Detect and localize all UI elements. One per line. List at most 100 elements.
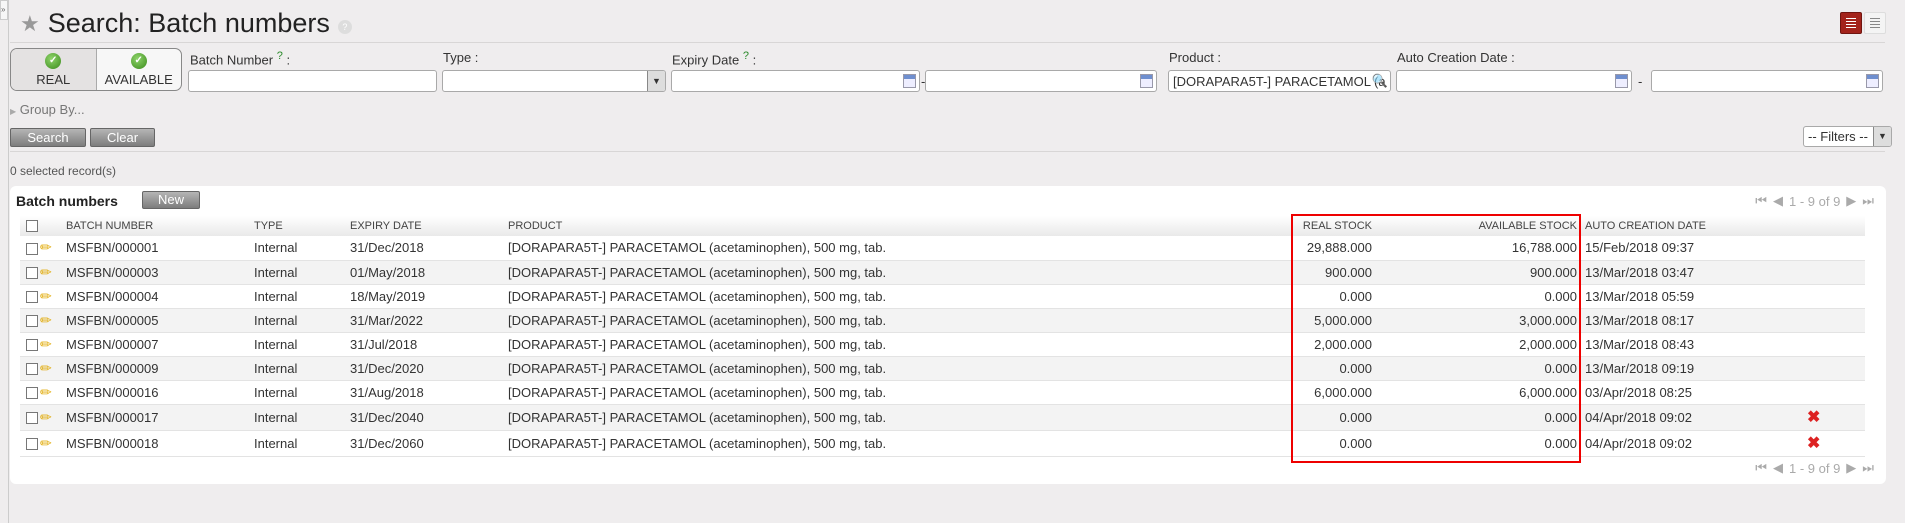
cell-batch-number: MSFBN/000016 xyxy=(66,380,254,405)
prev-page-icon[interactable]: ◀ xyxy=(1773,193,1783,209)
cell-product: [DORAPARA5T-] PARACETAMOL (acetaminophen… xyxy=(508,308,1268,333)
cell-product: [DORAPARA5T-] PARACETAMOL (acetaminophen… xyxy=(508,380,1268,405)
last-page-icon[interactable]: ⏭ xyxy=(1862,460,1874,476)
row-checkbox[interactable] xyxy=(26,387,38,400)
row-checkbox[interactable] xyxy=(26,267,38,280)
auto-creation-date-to-input[interactable] xyxy=(1651,70,1883,92)
cell-real-stock: 0.000 xyxy=(1268,404,1372,431)
search-button[interactable]: Search xyxy=(10,128,86,147)
edit-pencil-icon[interactable]: ✏ xyxy=(40,288,52,304)
toggle-real[interactable]: ✓ REAL xyxy=(11,49,97,90)
new-button[interactable]: New xyxy=(142,191,200,209)
col-expiry-date[interactable]: EXPIRY DATE xyxy=(350,216,508,236)
row-checkbox[interactable] xyxy=(26,242,38,255)
edit-pencil-icon[interactable]: ✏ xyxy=(40,239,52,255)
calendar-icon[interactable] xyxy=(1140,74,1153,88)
cell-batch-number: MSFBN/000004 xyxy=(66,284,254,309)
table-row[interactable]: ✏ MSFBN/000009 Internal 31/Dec/2020 [DOR… xyxy=(20,356,1865,381)
next-page-icon[interactable]: ▶ xyxy=(1846,193,1856,209)
list-view-button[interactable] xyxy=(1840,12,1862,34)
cell-available-stock: 3,000.000 xyxy=(1372,308,1577,333)
table-row[interactable]: ✏ MSFBN/000005 Internal 31/Mar/2022 [DOR… xyxy=(20,308,1865,333)
divider xyxy=(10,151,1885,152)
grid-view-button[interactable] xyxy=(1864,12,1886,34)
cell-type: Internal xyxy=(254,380,350,405)
table-row[interactable]: ✏ MSFBN/000003 Internal 01/May/2018 [DOR… xyxy=(20,260,1865,285)
cell-auto-creation-date: 04/Apr/2018 09:02 xyxy=(1577,430,1807,457)
edit-pencil-icon[interactable]: ✏ xyxy=(40,264,52,280)
cell-batch-number: MSFBN/000018 xyxy=(66,430,254,457)
edit-pencil-icon[interactable]: ✏ xyxy=(40,336,52,352)
table-row[interactable]: ✏ MSFBN/000007 Internal 31/Jul/2018 [DOR… xyxy=(20,332,1865,357)
product-input[interactable]: [DORAPARA5T-] PARACETAMOL (a 🔍 xyxy=(1168,70,1391,92)
cell-real-stock: 900.000 xyxy=(1268,260,1372,285)
col-batch-number[interactable]: BATCH NUMBER xyxy=(66,216,254,236)
col-auto-creation-date[interactable]: AUTO CREATION DATE xyxy=(1577,216,1807,236)
pager-text: 1 - 9 of 9 xyxy=(1788,193,1841,209)
type-label: Type : xyxy=(443,50,479,65)
favorite-star-icon[interactable]: ★ xyxy=(20,11,40,37)
table-row[interactable]: ✏ MSFBN/000016 Internal 31/Aug/2018 [DOR… xyxy=(20,380,1865,405)
delete-icon[interactable]: ✖ xyxy=(1807,409,1820,426)
cell-auto-creation-date: 13/Mar/2018 05:59 xyxy=(1577,284,1807,309)
calendar-icon[interactable] xyxy=(1615,74,1628,88)
cell-type: Internal xyxy=(254,260,350,285)
table-row[interactable]: ✏ MSFBN/000017 Internal 31/Dec/2040 [DOR… xyxy=(20,404,1865,431)
row-checkbox[interactable] xyxy=(26,291,38,304)
cell-real-stock: 2,000.000 xyxy=(1268,332,1372,357)
cell-available-stock: 0.000 xyxy=(1372,284,1577,309)
edit-pencil-icon[interactable]: ✏ xyxy=(40,360,52,376)
stock-toggle-group: ✓ REAL ✓ AVAILABLE xyxy=(10,48,182,91)
calendar-icon[interactable] xyxy=(903,74,916,88)
filters-select[interactable]: -- Filters -- ▼ xyxy=(1803,126,1892,147)
col-type[interactable]: TYPE xyxy=(254,216,350,236)
group-by-toggle[interactable]: ▶ Group By... xyxy=(10,102,85,117)
batch-table: BATCH NUMBER TYPE EXPIRY DATE PRODUCT RE… xyxy=(20,216,1865,457)
col-product[interactable]: PRODUCT xyxy=(508,216,1268,236)
clear-button[interactable]: Clear xyxy=(90,128,155,147)
table-row[interactable]: ✏ MSFBN/000001 Internal 31/Dec/2018 [DOR… xyxy=(20,236,1865,261)
expiry-date-from-input[interactable] xyxy=(671,70,920,92)
expiry-date-to-input[interactable] xyxy=(925,70,1157,92)
product-label: Product : xyxy=(1169,50,1222,65)
edit-pencil-icon[interactable]: ✏ xyxy=(40,409,52,425)
select-all-checkbox[interactable] xyxy=(26,220,38,233)
row-checkbox[interactable] xyxy=(26,412,38,425)
first-page-icon[interactable]: ⏮ xyxy=(1755,193,1767,209)
search-icon[interactable]: 🔍 xyxy=(1372,73,1388,89)
first-page-icon[interactable]: ⏮ xyxy=(1755,460,1767,476)
help-icon[interactable]: ? xyxy=(337,19,352,34)
last-page-icon[interactable]: ⏭ xyxy=(1862,193,1874,209)
row-checkbox[interactable] xyxy=(26,315,38,328)
edit-pencil-icon[interactable]: ✏ xyxy=(40,435,52,451)
cell-batch-number: MSFBN/000009 xyxy=(66,356,254,381)
delete-icon[interactable]: ✖ xyxy=(1807,435,1820,452)
col-real-stock[interactable]: REAL STOCK xyxy=(1268,216,1372,236)
list-title: Batch numbers xyxy=(16,193,118,209)
cell-type: Internal xyxy=(254,404,350,431)
prev-page-icon[interactable]: ◀ xyxy=(1773,460,1783,476)
row-checkbox[interactable] xyxy=(26,438,38,451)
toggle-available[interactable]: ✓ AVAILABLE xyxy=(97,49,182,90)
cell-real-stock: 29,888.000 xyxy=(1268,236,1372,261)
calendar-icon[interactable] xyxy=(1866,74,1879,88)
triangle-right-icon: ▶ xyxy=(10,107,17,116)
auto-creation-date-from-input[interactable] xyxy=(1396,70,1632,92)
next-page-icon[interactable]: ▶ xyxy=(1846,460,1856,476)
col-available-stock[interactable]: AVAILABLE STOCK xyxy=(1372,216,1577,236)
type-select[interactable]: ▼ xyxy=(442,70,666,92)
range-dash: - xyxy=(1638,74,1643,89)
cell-batch-number: MSFBN/000003 xyxy=(66,260,254,285)
edit-pencil-icon[interactable]: ✏ xyxy=(40,312,52,328)
pager-bottom: ⏮ ◀ 1 - 9 of 9 ▶ ⏭ xyxy=(1755,460,1874,476)
edit-pencil-icon[interactable]: ✏ xyxy=(40,384,52,400)
sidebar-toggle[interactable]: » xyxy=(0,0,8,20)
batch-number-input[interactable] xyxy=(188,70,437,92)
row-checkbox[interactable] xyxy=(26,363,38,376)
cell-auto-creation-date: 13/Mar/2018 08:17 xyxy=(1577,308,1807,333)
row-checkbox[interactable] xyxy=(26,339,38,352)
cell-real-stock: 6,000.000 xyxy=(1268,380,1372,405)
table-row[interactable]: ✏ MSFBN/000004 Internal 18/May/2019 [DOR… xyxy=(20,284,1865,309)
cell-batch-number: MSFBN/000001 xyxy=(66,236,254,261)
table-row[interactable]: ✏ MSFBN/000018 Internal 31/Dec/2060 [DOR… xyxy=(20,430,1865,457)
